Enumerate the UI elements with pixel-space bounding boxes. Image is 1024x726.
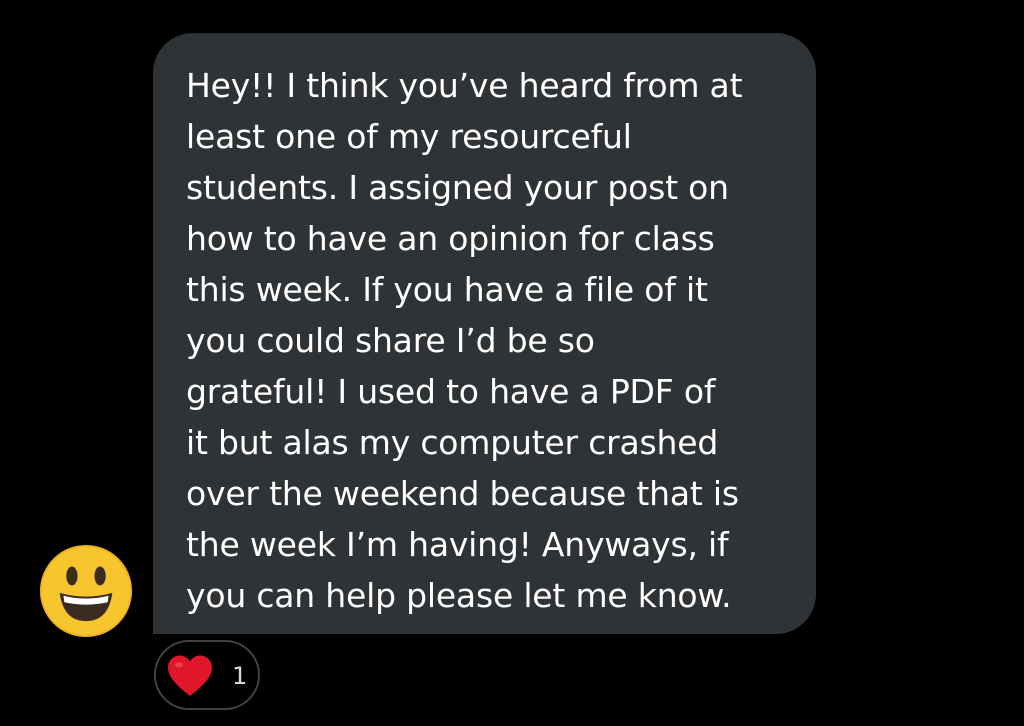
message-text-line: grateful! I used to have a PDF of — [186, 372, 716, 411]
message-text-line: it but alas my computer crashed — [186, 423, 719, 462]
message-text-line: least one of my resourceful — [186, 117, 632, 156]
message-text-line: you can help please let me know. — [186, 576, 732, 615]
sender-avatar-emoji-icon[interactable] — [39, 544, 133, 638]
heart-icon — [166, 654, 214, 698]
message-bubble[interactable]: Hey!! I think you’ve heard from at least… — [153, 33, 816, 634]
message-text-line: over the weekend because that is — [186, 474, 739, 513]
message-text-line: this week. If you have a file of it — [186, 270, 708, 309]
message-text-line: the week I’m having! Anyways, if — [186, 525, 729, 564]
heart-reaction-button[interactable]: 1 — [154, 640, 260, 710]
message-text-line: students. I assigned your post on — [186, 168, 729, 207]
message-text-line: Hey!! I think you’ve heard from at — [186, 66, 743, 105]
reaction-count: 1 — [232, 662, 248, 690]
message-text-line: you could share I’d be so — [186, 321, 595, 360]
message-text-line: how to have an opinion for class — [186, 219, 715, 258]
